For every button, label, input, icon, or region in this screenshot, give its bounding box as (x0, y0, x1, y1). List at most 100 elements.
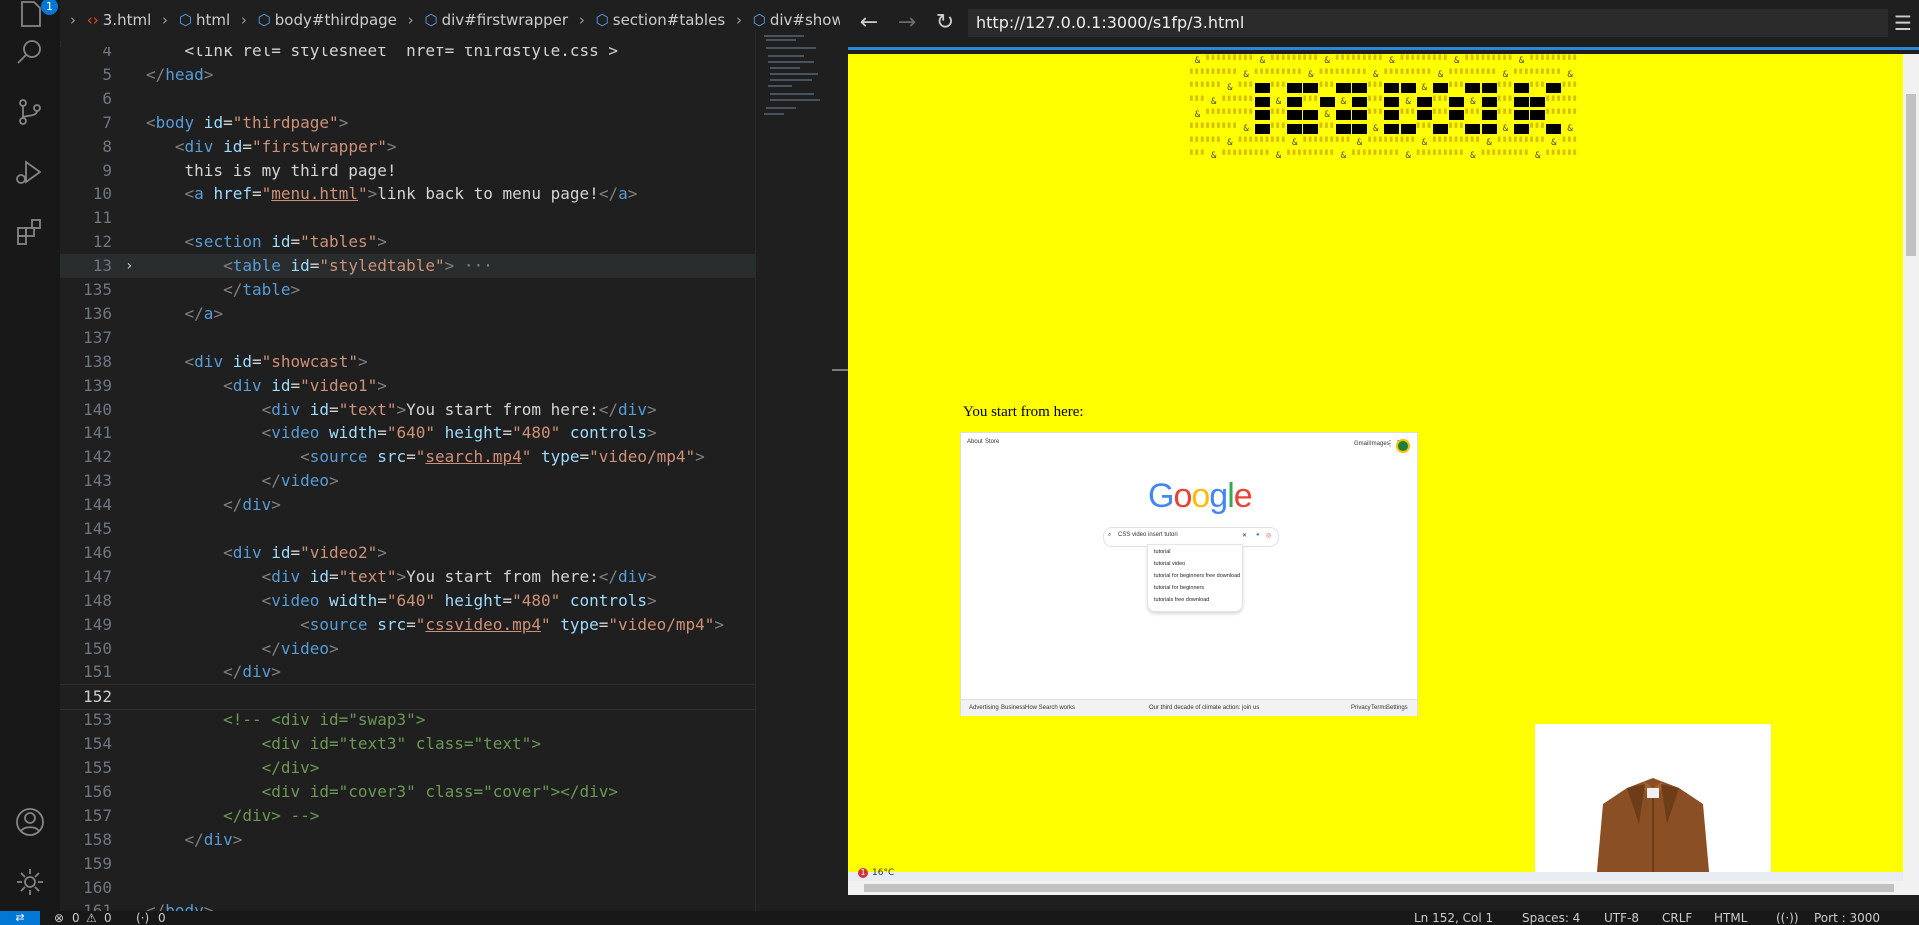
breadcrumb-item-file[interactable]: 3.html (103, 11, 151, 29)
fold-chevron-icon[interactable]: › (125, 254, 133, 278)
code-line[interactable]: 8 <div id="firstwrapper"> (60, 135, 755, 159)
code-line[interactable]: 4 <link rel= stylesheet href= thirdstyle… (60, 47, 755, 63)
minimap-line (770, 73, 818, 75)
account-icon[interactable] (14, 806, 46, 838)
encoding[interactable]: UTF-8 (1604, 911, 1639, 925)
source-control-icon[interactable] (14, 96, 46, 128)
code-token: "thirdpage" (232, 112, 339, 132)
warning-icon[interactable]: ⚠ (86, 911, 97, 925)
code-line[interactable]: 12 <section id="tables"> (60, 230, 755, 254)
code-line[interactable]: 156 <div id="cover3" class="cover"></div… (60, 780, 755, 804)
footer-link: How Search works (1025, 705, 1076, 711)
code-line[interactable]: 147 <div id="text">You start from here:<… (60, 565, 755, 589)
minimap[interactable] (755, 31, 833, 911)
code-editor[interactable]: 4 <link rel= stylesheet href= thirdstyle… (60, 47, 755, 911)
ports-icon[interactable]: (·) (136, 911, 149, 925)
table-cell (1400, 124, 1416, 134)
ports-count[interactable]: 0 (158, 911, 166, 925)
code-line[interactable]: 158 </div> (60, 828, 755, 852)
code-line[interactable]: 157 </div> --> (60, 804, 755, 828)
scroll-thumb[interactable] (1906, 94, 1916, 256)
menu-icon[interactable]: ☰ (1894, 12, 1916, 34)
table-cell: ▘▘▘ (1319, 69, 1336, 80)
code-line[interactable]: 142 <source src="search.mp4" type="video… (60, 445, 755, 469)
breadcrumb-item-showcast[interactable]: div#showcast (770, 11, 840, 29)
code-line[interactable]: 5 </head> (60, 63, 755, 87)
code-line[interactable]: 161 </body> (60, 899, 755, 911)
table-cell: ▘▘▘ (1400, 137, 1417, 148)
code-line[interactable]: 135 </table> (60, 278, 755, 302)
table-cell: & (1275, 151, 1282, 162)
files-icon[interactable]: 1 (14, 0, 58, 32)
live-server-port[interactable]: Port : 3000 (1814, 911, 1880, 925)
split-sash[interactable] (832, 41, 848, 911)
url-input[interactable]: http://127.0.0.1:3000/s1fp/3.html (968, 9, 1888, 37)
breadcrumb-item-html[interactable]: html (196, 11, 230, 29)
code-token: = (598, 614, 609, 634)
code-line[interactable]: 138 <div id="showcast"> (60, 350, 755, 374)
code-token: div (232, 542, 262, 562)
code-line[interactable]: 7 <body id="thirdpage"> (60, 111, 755, 135)
code-line[interactable]: 159 (60, 852, 755, 876)
code-line[interactable]: 151 </div> (60, 660, 755, 684)
code-line[interactable]: 9 this is my third page! (60, 159, 755, 183)
problems-count[interactable]: 0 (72, 911, 80, 925)
forward-arrow-icon[interactable]: → (894, 10, 920, 36)
code-line[interactable]: 148 <video width="640" height="480" cont… (60, 589, 755, 613)
run-debug-icon[interactable] (14, 156, 46, 188)
remote-icon[interactable]: ⇄ (0, 911, 40, 925)
code-line[interactable]: 154 <div id="text3" class="text"> (60, 732, 755, 756)
page-viewport[interactable]: & ▘▘▘ ▘▘▘ ▘▘▘ & ▘▘▘ ▘▘▘ ▘▘▘ & ▘▘▘ ▘▘▘ ▘▘▘ & ▘▘▘ ▘▘▘ ▘▘▘… (848, 54, 1903, 881)
reload-icon[interactable]: ↻ (932, 10, 958, 36)
code-token: div (618, 399, 647, 419)
problems-icon[interactable]: ⊗ (54, 911, 64, 925)
code-line[interactable]: 13 › <table id="styledtable"> ··· (60, 254, 755, 279)
breadcrumb-item-firstwrapper[interactable]: div#firstwrapper (442, 11, 569, 29)
table-cell: ▘▘▘ (1514, 151, 1531, 162)
code-line[interactable]: 139 <div id="video1"> (60, 374, 755, 398)
code-line[interactable]: 11 (60, 206, 755, 230)
code-line[interactable]: 155 </div> (60, 756, 755, 780)
broadcast-icon[interactable]: ((·)) (1776, 911, 1799, 925)
warnings-count[interactable]: 0 (104, 911, 112, 925)
indentation[interactable]: Spaces: 4 (1522, 911, 1580, 925)
sash-grip[interactable] (832, 369, 848, 371)
code-line[interactable]: 144 </div> (60, 493, 755, 517)
code-line[interactable]: 152 (60, 684, 755, 711)
code-line[interactable]: 141 <video width="640" height="480" cont… (60, 421, 755, 445)
table-cell (1335, 124, 1351, 134)
video1-player[interactable]: About Store Gmail Images ⋮⋮ Google ⌕ CSS… (960, 432, 1418, 716)
table-cell (1416, 110, 1432, 121)
logo-letter: e (1233, 477, 1253, 515)
code-line[interactable]: 143 </video> (60, 469, 755, 493)
code-token: = (242, 136, 252, 156)
settings-gear-icon[interactable] (14, 866, 46, 898)
table-cell: & (1502, 124, 1508, 134)
code-line[interactable]: 160 (60, 876, 755, 900)
breadcrumb-item-body[interactable]: body#thirdpage (275, 11, 397, 29)
code-token: width (319, 423, 378, 443)
breadcrumb-item-tables[interactable]: section#tables (613, 11, 725, 29)
code-token: </ (146, 662, 243, 682)
code-line[interactable]: 136 </a> (60, 302, 755, 326)
extensions-icon[interactable] (14, 216, 46, 248)
search-icon[interactable] (14, 36, 46, 68)
code-line[interactable]: 153 <!-- <div id="swap3"> (60, 708, 755, 732)
vertical-scrollbar[interactable] (1903, 54, 1919, 881)
code-line[interactable]: 140 <div id="text">You start from here:<… (60, 398, 755, 422)
cursor-position[interactable]: Ln 152, Col 1 (1414, 911, 1493, 925)
code-line[interactable]: 10 <a href="menu.html">link back to menu… (60, 182, 755, 206)
scroll-thumb[interactable] (864, 884, 1894, 892)
code-text: </table> (146, 278, 300, 302)
code-line[interactable]: 145 (60, 517, 755, 541)
code-line[interactable]: 137 (60, 326, 755, 350)
language-mode[interactable]: HTML (1714, 911, 1747, 925)
code-line[interactable]: 6 (60, 87, 755, 111)
code-line[interactable]: 146 <div id="video2"> (60, 541, 755, 565)
video2-player[interactable] (1535, 724, 1771, 881)
back-arrow-icon[interactable]: ← (856, 10, 882, 36)
end-of-line[interactable]: CRLF (1662, 911, 1692, 925)
code-line[interactable]: 149 <source src="cssvideo.mp4" type="vid… (60, 613, 755, 637)
code-line[interactable]: 150 </video> (60, 637, 755, 661)
horizontal-scrollbar[interactable] (848, 881, 1919, 895)
